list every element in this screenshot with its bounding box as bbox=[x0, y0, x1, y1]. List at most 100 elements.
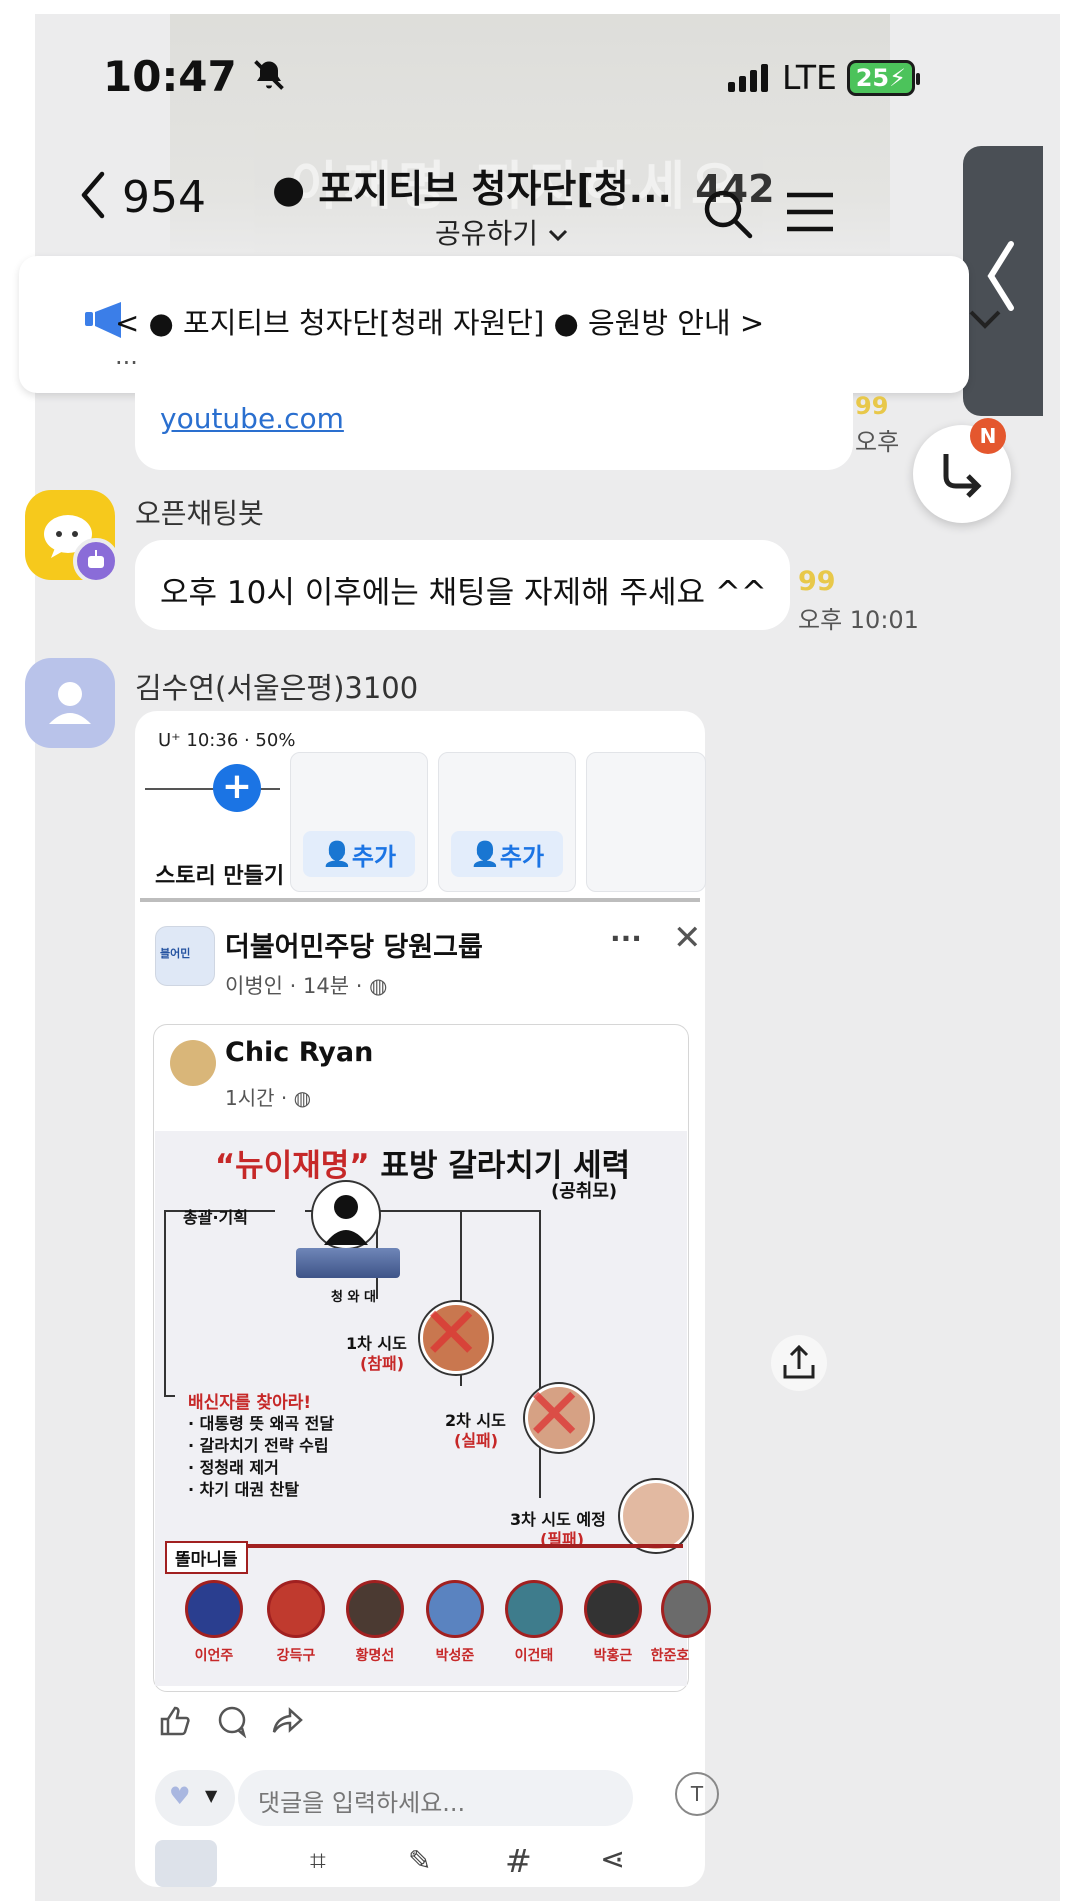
embedded-status-bar: U⁺ 10:36 · 50% bbox=[158, 730, 296, 751]
status-time: 10:47 bbox=[103, 52, 287, 101]
member-portrait bbox=[267, 1580, 325, 1638]
more-icon: ··· bbox=[610, 922, 642, 955]
status-indicators: LTE 25 ⚡ bbox=[728, 58, 920, 97]
youtube-link[interactable]: youtube.com bbox=[160, 402, 344, 435]
post-meta-text: 1시간 · bbox=[225, 1086, 288, 1110]
member-portrait bbox=[661, 1580, 711, 1638]
notice-text: < ● 포지티브 청자단[청래 자원단] ● 응원방 안내 > bbox=[115, 306, 765, 340]
story-card: 👤 추가 bbox=[438, 752, 576, 892]
member-name: 이건태 bbox=[514, 1648, 554, 1664]
scan-icon: ⌗ bbox=[310, 1844, 326, 1877]
upload-icon bbox=[783, 1344, 815, 1379]
share-label: 공유하기 bbox=[435, 217, 539, 250]
portrait bbox=[620, 1480, 692, 1552]
share-dropdown[interactable]: 공유하기 bbox=[435, 212, 569, 252]
add-friend-button[interactable]: 👤 추가 bbox=[303, 831, 415, 877]
back-button[interactable]: 954 bbox=[78, 170, 206, 223]
add-friend-button[interactable]: 👤 추가 bbox=[451, 831, 563, 877]
battery-icon: 25 ⚡ bbox=[846, 59, 920, 96]
edit-icon: ✎ bbox=[408, 1844, 432, 1877]
create-story-label: 스토리 만들기 bbox=[155, 864, 285, 889]
network-type: LTE bbox=[782, 58, 837, 97]
thumbnail bbox=[155, 1840, 217, 1887]
message-text: 오후 10시 이후에는 채팅을 자제해 주세요 ^^ bbox=[160, 575, 767, 611]
story-card bbox=[586, 752, 706, 892]
unread-count: 99 bbox=[798, 566, 836, 597]
member-portrait bbox=[426, 1580, 484, 1638]
menu-icon[interactable] bbox=[785, 190, 835, 238]
group-logo: 블어민 bbox=[155, 926, 215, 986]
bullet-item: · 차기 대권 찬탈 bbox=[188, 1480, 300, 1499]
side-panel-handle[interactable] bbox=[963, 146, 1043, 416]
new-badge: N bbox=[970, 418, 1006, 454]
sender-name: 김수연(서울은평)3100 bbox=[135, 671, 419, 705]
story-card: 👤 추가 bbox=[290, 752, 428, 892]
like-icon bbox=[160, 1706, 190, 1736]
notice-more: ... bbox=[115, 342, 138, 370]
message-time: 오후 10:01 bbox=[798, 606, 919, 634]
add-label: 추가 bbox=[499, 842, 545, 871]
office-label: 청 와 대 bbox=[331, 1290, 376, 1305]
embedded-bottom-toolbar: ⌗ ✎ # ⋖ bbox=[140, 1840, 700, 1887]
chevron-down-icon bbox=[548, 229, 568, 242]
person-icon bbox=[49, 682, 91, 724]
bullet-list: · 대통령 뜻 왜곡 전달 · 갈라치기 전략 수립 · 정청래 제거 · 차기… bbox=[188, 1413, 334, 1501]
text-format-icon: T bbox=[675, 1772, 719, 1816]
group-name: 더불어민주당 당원그룹 bbox=[225, 932, 483, 963]
member-portrait bbox=[584, 1580, 642, 1638]
signal-icon bbox=[728, 63, 768, 92]
member-name: 이언주 bbox=[194, 1648, 234, 1664]
bullet-item: · 갈라치기 전략 수립 bbox=[188, 1436, 329, 1455]
share-icon: ⋖ bbox=[600, 1842, 626, 1877]
x-mark: ✕ bbox=[524, 1372, 585, 1456]
add-label: 추가 bbox=[351, 842, 397, 871]
share-arrow-icon bbox=[272, 1707, 303, 1733]
bot-icon bbox=[73, 538, 119, 584]
comment-placeholder: 댓글을 입력하세요... bbox=[258, 1789, 466, 1817]
member-name: 황명선 bbox=[355, 1648, 395, 1664]
betray-label: 배신자를 찾아라! bbox=[188, 1393, 312, 1413]
silhouette-figure bbox=[313, 1182, 379, 1248]
reaction-selector: ♥ ▼ bbox=[155, 1770, 235, 1826]
group-tag: 똘마니들 bbox=[165, 1541, 248, 1574]
battery-level: 25 bbox=[855, 63, 890, 92]
message-time: 오후 bbox=[855, 428, 900, 456]
globe-icon: ◍ bbox=[369, 974, 388, 998]
post-meta: 1시간 · ◍ bbox=[225, 1082, 311, 1111]
search-icon[interactable] bbox=[700, 186, 754, 244]
bullet-item: · 정청래 제거 bbox=[188, 1458, 279, 1477]
member-name: 한준호 bbox=[650, 1648, 690, 1664]
member-name: 강득구 bbox=[276, 1648, 316, 1664]
member-name: 박성준 bbox=[435, 1648, 475, 1664]
hashtag-icon: # bbox=[505, 1842, 532, 1880]
x-mark: ✕ bbox=[421, 1291, 482, 1375]
post-author-avatar bbox=[170, 1040, 216, 1086]
member-name: 박홍근 bbox=[593, 1648, 633, 1664]
group-post-meta: 이병인 · 14분 · ◍ bbox=[225, 970, 387, 1000]
post-actions bbox=[158, 1704, 358, 1744]
chevron-left-icon bbox=[81, 171, 105, 219]
member-portrait bbox=[505, 1580, 563, 1638]
user-avatar[interactable] bbox=[25, 658, 115, 748]
plan-label: 총괄·기획 bbox=[183, 1208, 248, 1227]
bullet-item: · 대통령 뜻 왜곡 전달 bbox=[188, 1414, 335, 1433]
create-story-button[interactable]: + bbox=[213, 764, 261, 812]
caret-down-icon: ▼ bbox=[205, 1786, 218, 1805]
close-icon: ✕ bbox=[673, 918, 702, 958]
globe-icon: ◍ bbox=[293, 1086, 312, 1110]
share-button[interactable] bbox=[771, 1335, 827, 1391]
bell-off-icon bbox=[254, 60, 285, 90]
chevron-down-icon[interactable] bbox=[968, 308, 1002, 334]
try2-result: (실패) bbox=[454, 1431, 499, 1450]
heart-icon: ♥ bbox=[169, 1782, 191, 1810]
group-logo-text: 블어민 bbox=[160, 947, 191, 960]
comment-icon bbox=[218, 1706, 247, 1738]
sender-name: 오픈채팅봇 bbox=[135, 497, 264, 530]
try1-result: (참패) bbox=[360, 1354, 405, 1373]
group-meta-text: 이병인 · 14분 · bbox=[225, 974, 363, 998]
divider bbox=[140, 898, 700, 902]
member-portrait bbox=[185, 1580, 243, 1638]
blue-house-icon bbox=[296, 1248, 400, 1278]
chevron-left-icon bbox=[987, 241, 1014, 311]
unread-chats-count: 954 bbox=[122, 172, 206, 223]
